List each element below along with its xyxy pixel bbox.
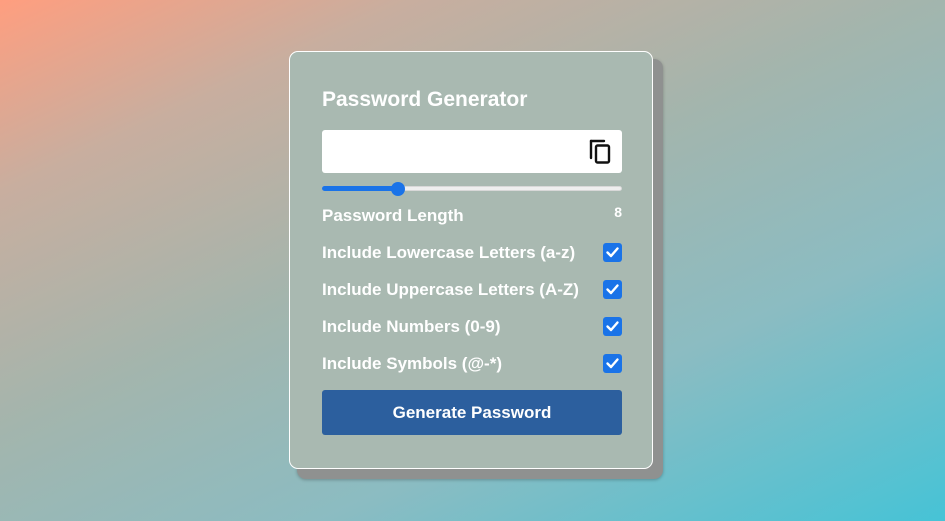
option-numbers[interactable]: Include Numbers (0-9) xyxy=(322,317,622,339)
option-lowercase[interactable]: Include Lowercase Letters (a-z) xyxy=(322,243,622,265)
option-label: Include Numbers (0-9) xyxy=(322,317,501,336)
option-label: Include Lowercase Letters (a-z) xyxy=(322,243,576,262)
slider-fill xyxy=(322,186,399,191)
option-label: Include Symbols (@-*) xyxy=(322,354,502,373)
page-title: Password Generator xyxy=(322,88,528,111)
numbers-checkbox[interactable] xyxy=(603,317,622,336)
option-label: Include Uppercase Letters (A-Z) xyxy=(322,280,579,299)
uppercase-checkbox[interactable] xyxy=(603,280,622,299)
lowercase-checkbox[interactable] xyxy=(603,243,622,262)
length-row: Password Length 8 xyxy=(322,204,622,228)
generate-password-button[interactable]: Generate Password xyxy=(322,390,622,435)
symbols-checkbox[interactable] xyxy=(603,354,622,373)
password-output-field[interactable] xyxy=(322,130,622,173)
slider-thumb[interactable] xyxy=(391,182,406,196)
copy-icon[interactable] xyxy=(588,138,614,166)
option-uppercase[interactable]: Include Uppercase Letters (A-Z) xyxy=(322,280,622,302)
length-slider[interactable] xyxy=(322,182,622,196)
length-label: Password Length xyxy=(322,206,464,225)
option-symbols[interactable]: Include Symbols (@-*) xyxy=(322,354,622,376)
length-value: 8 xyxy=(614,204,622,220)
password-generator-card: Password Generator Password Length 8 Inc… xyxy=(289,51,653,469)
